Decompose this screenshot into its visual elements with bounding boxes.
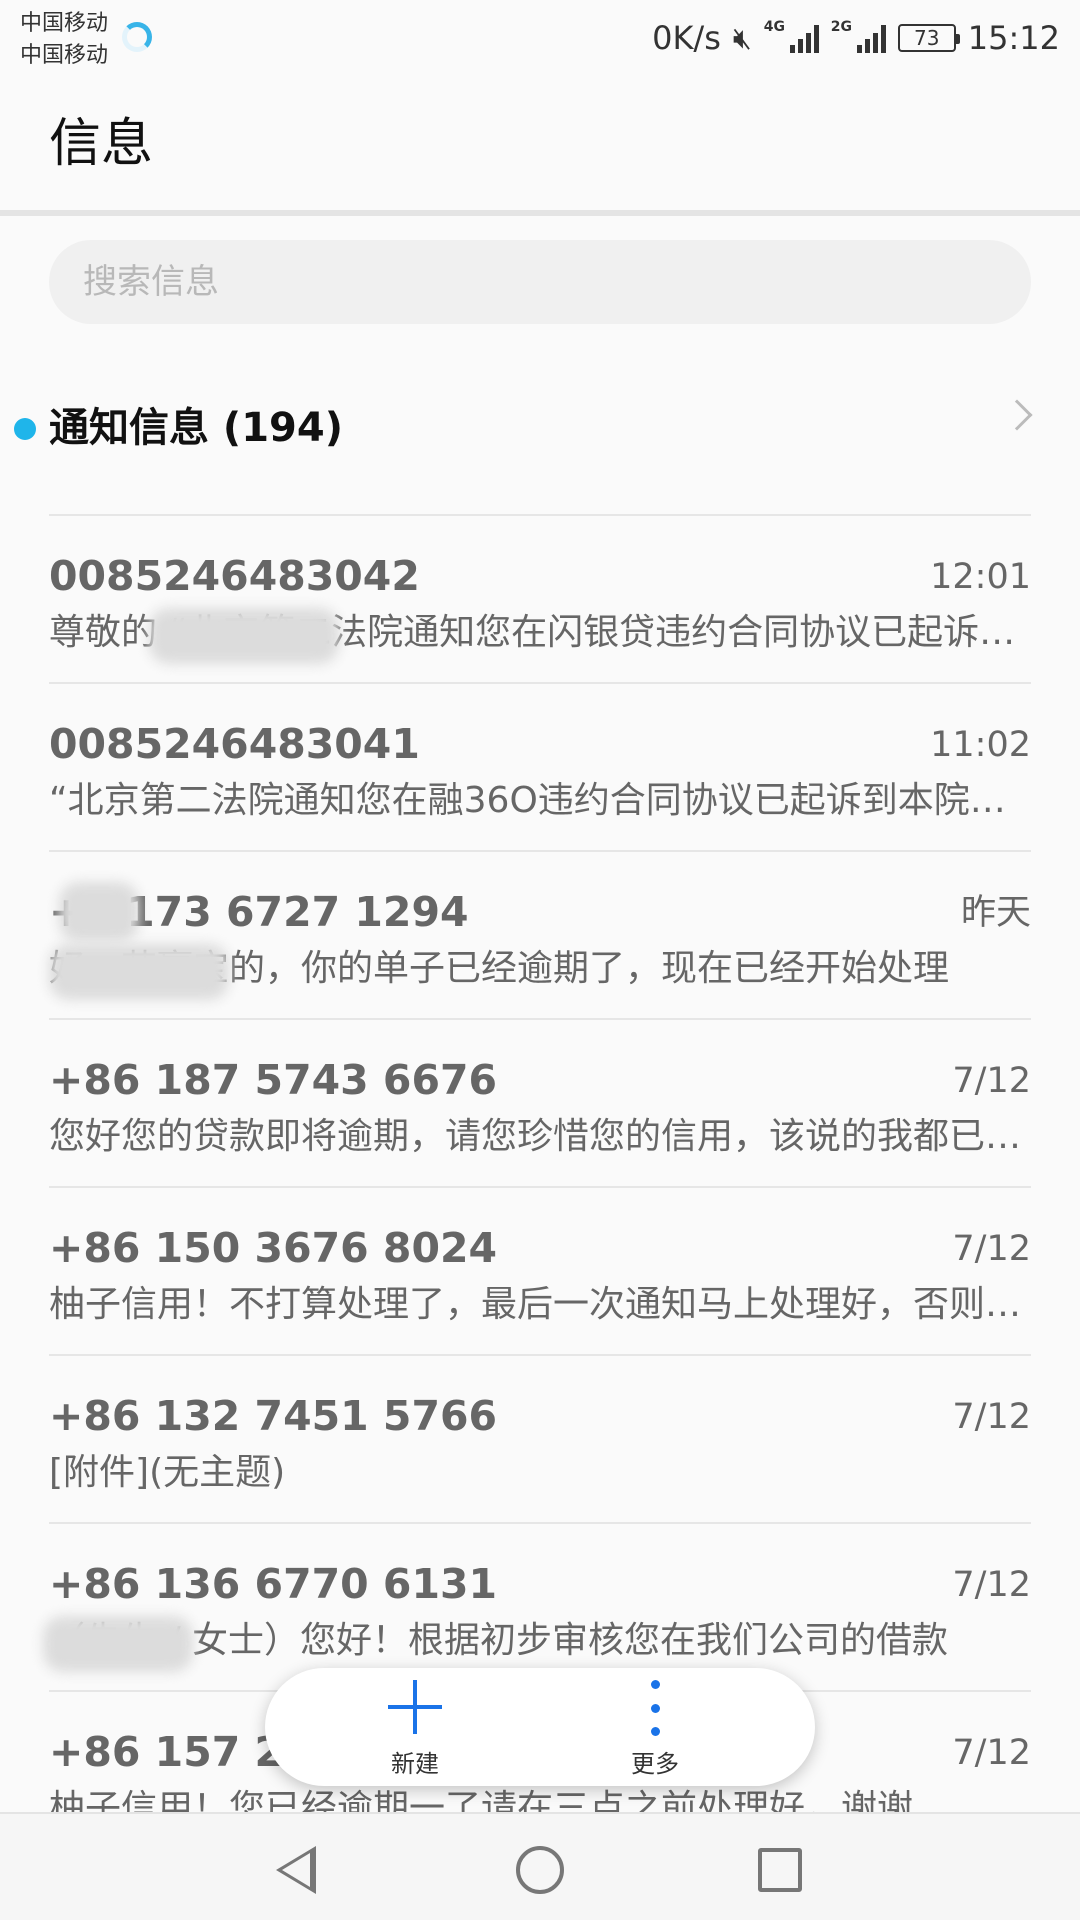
carrier-names: 中国移动 中国移动 xyxy=(20,8,108,72)
signal-4g-icon: 4G xyxy=(764,19,819,53)
message-sender: +86 136 6770 6131 xyxy=(49,1560,498,1608)
message-row[interactable]: +86 136 6770 6131 7/12 （先生 / 女士）您好！根据初步审… xyxy=(43,1522,1031,1690)
chevron-right-icon xyxy=(1001,399,1033,431)
clock: 15:12 xyxy=(967,19,1060,57)
message-time: 11:02 xyxy=(930,725,1031,765)
signal-2g-icon: 2G xyxy=(831,19,886,53)
message-preview: [附件](无主题) xyxy=(49,1452,286,1493)
message-row[interactable]: +86 132 7451 5766 7/12 [附件](无主题) xyxy=(49,1354,1031,1522)
header-divider xyxy=(0,210,1080,216)
message-sender: +86 132 7451 5766 xyxy=(49,1392,498,1440)
message-preview: 柚子信用！不打算处理了，最后一次通知马上处理好，否则后果自负 xyxy=(49,1284,1031,1325)
message-row[interactable]: 0085246483041 11:02 “北京第二法院通知您在融36O违约合同协… xyxy=(49,682,1031,850)
notification-messages-label: 通知信息 (194) xyxy=(49,405,343,451)
more-vertical-icon xyxy=(650,1680,660,1736)
message-row[interactable]: +86 150 3676 8024 7/12 柚子信用！不打算处理了，最后一次通… xyxy=(49,1186,1031,1354)
new-message-label: 新建 xyxy=(391,1750,439,1778)
message-preview: “北京第二法院通知您在融36O违约合同协议已起诉到本院，请您尽快处理 xyxy=(49,780,1031,821)
message-row[interactable]: +8 173 6727 1294 昨天 好，花赢宝的，你的单子已经逾期了，现在已… xyxy=(49,850,1031,1018)
message-time: 7/12 xyxy=(952,1229,1031,1269)
recent-apps-icon[interactable] xyxy=(758,1848,802,1892)
privacy-blur xyxy=(43,1616,193,1672)
message-preview: （先生 / 女士）您好！根据初步审核您在我们公司的借款 xyxy=(49,1620,949,1661)
message-sender: +86 150 3676 8024 xyxy=(49,1224,498,1272)
message-time: 12:01 xyxy=(930,557,1031,597)
new-message-button[interactable]: 新建 xyxy=(335,1668,495,1786)
more-button[interactable]: 更多 xyxy=(575,1668,735,1786)
message-time: 7/12 xyxy=(952,1565,1031,1605)
messages-screen: 中国移动 中国移动 0K/s 🔇︎ 4G 2G 73 15:12 信息 通知信息… xyxy=(0,0,1080,1920)
mute-icon: 🔇︎ xyxy=(732,20,752,56)
privacy-blur xyxy=(149,608,339,664)
home-icon[interactable] xyxy=(516,1846,564,1894)
network-speed: 0K/s xyxy=(652,19,721,57)
battery-icon: 73 xyxy=(897,24,960,52)
message-sender: +86 187 5743 6676 xyxy=(49,1056,498,1104)
carrier-1: 中国移动 xyxy=(20,11,109,36)
privacy-blur xyxy=(49,944,229,1000)
message-sender: 0085246483042 xyxy=(49,552,420,600)
message-row[interactable]: +86 187 5743 6676 7/12 您好您的贷款即将逾期，请您珍惜您的… xyxy=(49,1018,1031,1186)
carrier-2: 中国移动 xyxy=(20,43,109,68)
privacy-blur xyxy=(59,882,139,942)
message-time: 昨天 xyxy=(960,893,1031,933)
status-indicators: 0K/s 🔇︎ 4G 2G 73 15:12 xyxy=(652,16,1060,60)
page-title: 信息 xyxy=(49,114,154,174)
system-navigation-bar xyxy=(0,1812,1080,1920)
message-time: 7/12 xyxy=(952,1733,1031,1773)
loading-icon xyxy=(122,22,152,52)
floating-action-bar: 新建 更多 xyxy=(265,1668,815,1786)
message-list: 0085246483042 12:01 尊敬的 “北京第二法院通知您在闪银贷违约… xyxy=(43,514,1031,1858)
unread-dot xyxy=(14,418,36,440)
message-time: 7/12 xyxy=(952,1061,1031,1101)
message-sender: 0085246483041 xyxy=(49,720,420,768)
search-input[interactable] xyxy=(49,240,1031,324)
back-icon[interactable] xyxy=(276,1846,316,1894)
message-preview: 您好您的贷款即将逾期，请您珍惜您的信用，该说的我都已经说了 xyxy=(49,1116,1031,1157)
status-bar: 中国移动 中国移动 0K/s 🔇︎ 4G 2G 73 15:12 xyxy=(0,0,1080,76)
message-row[interactable]: 0085246483042 12:01 尊敬的 “北京第二法院通知您在闪银贷违约… xyxy=(49,514,1031,682)
notification-messages-row[interactable]: 通知信息 (194) xyxy=(0,390,1080,514)
more-label: 更多 xyxy=(631,1750,679,1778)
plus-icon xyxy=(388,1680,442,1734)
message-time: 7/12 xyxy=(952,1397,1031,1437)
